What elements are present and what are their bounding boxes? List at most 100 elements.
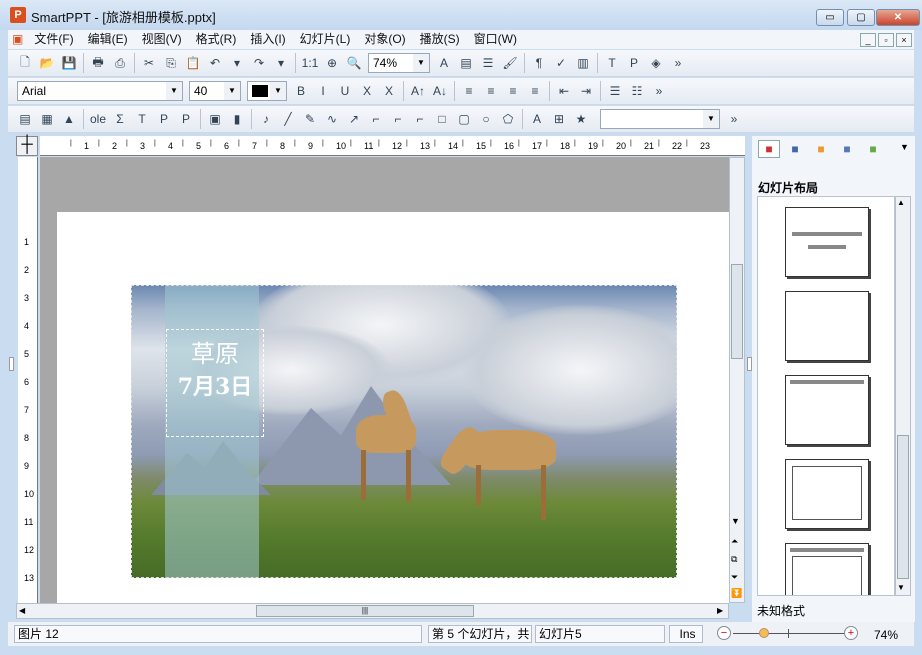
clear-format-icon[interactable]: X bbox=[380, 82, 398, 100]
insert-textbox-icon[interactable]: ▤ bbox=[16, 110, 34, 128]
rectangle-icon[interactable]: ⌐ bbox=[411, 110, 429, 128]
scroll-left-icon[interactable]: ◀ bbox=[19, 606, 25, 615]
slide-canvas[interactable]: 草原 7月3日 bbox=[40, 157, 729, 603]
brush-icon[interactable]: 🖌 bbox=[501, 54, 519, 72]
mdi-minimize-button[interactable]: _ bbox=[860, 33, 876, 47]
panel-splitter[interactable] bbox=[747, 357, 752, 371]
layout-list[interactable] bbox=[757, 196, 895, 596]
format-painter-icon[interactable]: ▤ bbox=[457, 54, 475, 72]
arrow-icon[interactable]: ∿ bbox=[323, 110, 341, 128]
actual-size-icon[interactable]: 1:1 bbox=[301, 54, 319, 72]
zoom-in-button[interactable]: + bbox=[844, 626, 858, 640]
insert-title-icon[interactable]: T bbox=[133, 110, 151, 128]
insert-audio-icon[interactable]: ▮ bbox=[228, 110, 246, 128]
3d-icon[interactable]: ◈ bbox=[647, 54, 665, 72]
insert-ole-icon[interactable]: ole bbox=[89, 110, 107, 128]
toolbar-overflow-icon[interactable]: » bbox=[650, 82, 668, 100]
ellipse-icon[interactable]: ▢ bbox=[455, 110, 473, 128]
menu-0[interactable]: 文件(F) bbox=[27, 30, 80, 49]
animation-tab-icon[interactable]: ■ bbox=[862, 140, 884, 158]
scroll-thumb[interactable] bbox=[897, 435, 909, 579]
layout-title-top[interactable] bbox=[785, 375, 869, 445]
insert-picture-icon[interactable]: ▲ bbox=[60, 110, 78, 128]
insert-formula-icon[interactable]: Σ bbox=[111, 110, 129, 128]
align-left-icon[interactable]: ≡ bbox=[460, 82, 478, 100]
decrease-indent-icon[interactable]: ⇤ bbox=[555, 82, 573, 100]
insert-page-icon[interactable]: P bbox=[177, 110, 195, 128]
menu-6[interactable]: 对象(O) bbox=[357, 30, 412, 49]
new-file-icon[interactable]: 🗋 bbox=[16, 54, 34, 72]
toolbar-overflow-icon[interactable]: » bbox=[725, 110, 743, 128]
connector-icon[interactable]: ↗ bbox=[345, 110, 363, 128]
next-slide-icon[interactable]: ⏷ bbox=[731, 572, 738, 583]
spell-check-icon[interactable]: ✓ bbox=[552, 54, 570, 72]
line-icon[interactable]: ♪ bbox=[257, 110, 275, 128]
menu-8[interactable]: 窗口(W) bbox=[467, 30, 524, 49]
align-center-icon[interactable]: ≡ bbox=[482, 82, 500, 100]
curved-connector-icon[interactable]: ⌐ bbox=[389, 110, 407, 128]
insert-placeholder-icon[interactable]: P bbox=[155, 110, 173, 128]
prev-slide-icon[interactable]: ⏶ bbox=[731, 536, 738, 547]
italic-icon[interactable]: I bbox=[314, 82, 332, 100]
cut-icon[interactable]: ✂ bbox=[140, 54, 158, 72]
scroll-down-icon[interactable]: ▼ bbox=[897, 583, 905, 592]
zoom-slider-knob[interactable] bbox=[759, 628, 770, 638]
vertical-scrollbar[interactable]: ▼ ⏶ ⧉ ⏷ ⏬ bbox=[729, 157, 745, 603]
bold-icon[interactable]: B bbox=[292, 82, 310, 100]
close-button[interactable]: ✕ bbox=[876, 9, 920, 26]
list-format-icon[interactable]: ☰ bbox=[479, 54, 497, 72]
rounded-rect-icon[interactable]: □ bbox=[433, 110, 451, 128]
save-icon[interactable]: 💾 bbox=[60, 54, 78, 72]
wordart-icon[interactable]: ⬠ bbox=[499, 110, 517, 128]
layout-blank[interactable] bbox=[785, 291, 869, 361]
menu-3[interactable]: 格式(R) bbox=[189, 30, 244, 49]
align-right-icon[interactable]: ≡ bbox=[504, 82, 522, 100]
menu-4[interactable]: 插入(I) bbox=[243, 30, 292, 49]
redo-icon[interactable]: ↷ bbox=[250, 54, 268, 72]
layout-tab-icon[interactable]: ■ bbox=[758, 140, 780, 158]
undo-dropdown-icon[interactable]: ▾ bbox=[228, 54, 246, 72]
insert-video-icon[interactable]: ▣ bbox=[206, 110, 224, 128]
shrink-font-icon[interactable]: A↓ bbox=[431, 82, 449, 100]
bullet-list-icon[interactable]: ☰ bbox=[606, 82, 624, 100]
open-folder-icon[interactable]: 📂 bbox=[38, 54, 56, 72]
justify-icon[interactable]: ≡ bbox=[526, 82, 544, 100]
font-size-select[interactable]: 40 ▼ bbox=[189, 81, 241, 101]
curve-icon[interactable]: ✎ bbox=[301, 110, 319, 128]
minimize-button[interactable]: ▭ bbox=[816, 9, 844, 26]
menu-1[interactable]: 编辑(E) bbox=[81, 30, 135, 49]
paragraph-mark-icon[interactable]: ¶ bbox=[530, 54, 548, 72]
zoom-select[interactable]: 74% ▼ bbox=[368, 53, 430, 73]
underline-icon[interactable]: U bbox=[336, 82, 354, 100]
shapes-icon[interactable]: ○ bbox=[477, 110, 495, 128]
ruler-origin-button[interactable]: ┼ bbox=[16, 136, 38, 156]
insert-table-icon[interactable]: ▦ bbox=[38, 110, 56, 128]
menu-2[interactable]: 视图(V) bbox=[135, 30, 189, 49]
last-slide-icon[interactable]: ⏬ bbox=[731, 588, 742, 599]
export-pdf-icon[interactable]: ⎙ bbox=[111, 54, 129, 72]
group-icon[interactable]: A bbox=[528, 110, 546, 128]
text-color-select[interactable]: ▼ bbox=[247, 81, 287, 101]
style-select[interactable]: ▼ bbox=[600, 109, 720, 129]
maximize-button[interactable]: ▢ bbox=[847, 9, 875, 26]
scroll-right-icon[interactable]: ▶ bbox=[717, 606, 723, 615]
color-tab-icon[interactable]: ■ bbox=[810, 140, 832, 158]
scroll-thumb[interactable] bbox=[731, 264, 743, 359]
left-splitter[interactable] bbox=[9, 357, 14, 371]
layout-title-only[interactable] bbox=[785, 207, 869, 277]
ungroup-icon[interactable]: ★ bbox=[572, 110, 590, 128]
paste-icon[interactable]: 📋 bbox=[184, 54, 202, 72]
scroll-up-icon[interactable]: ▲ bbox=[897, 198, 905, 207]
star-icon[interactable]: ⊞ bbox=[550, 110, 568, 128]
vertical-ruler[interactable]: 1 2 3 4 5 6 7 8 9 10 11 12 13 bbox=[18, 157, 38, 603]
slide-view-icon[interactable]: ⧉ bbox=[731, 554, 737, 565]
design-tab-icon[interactable]: ■ bbox=[784, 140, 806, 158]
panel-menu-icon[interactable]: ▼ bbox=[900, 142, 909, 152]
increase-indent-icon[interactable]: ⇥ bbox=[577, 82, 595, 100]
horizontal-scrollbar[interactable]: ◀ ||| ▶ bbox=[16, 603, 729, 619]
zoom-icon[interactable]: 🔍 bbox=[345, 54, 363, 72]
font-color-icon[interactable]: A bbox=[435, 54, 453, 72]
menu-5[interactable]: 幻灯片(L) bbox=[293, 30, 358, 49]
grow-font-icon[interactable]: A↑ bbox=[409, 82, 427, 100]
background-tab-icon[interactable]: ■ bbox=[836, 140, 858, 158]
